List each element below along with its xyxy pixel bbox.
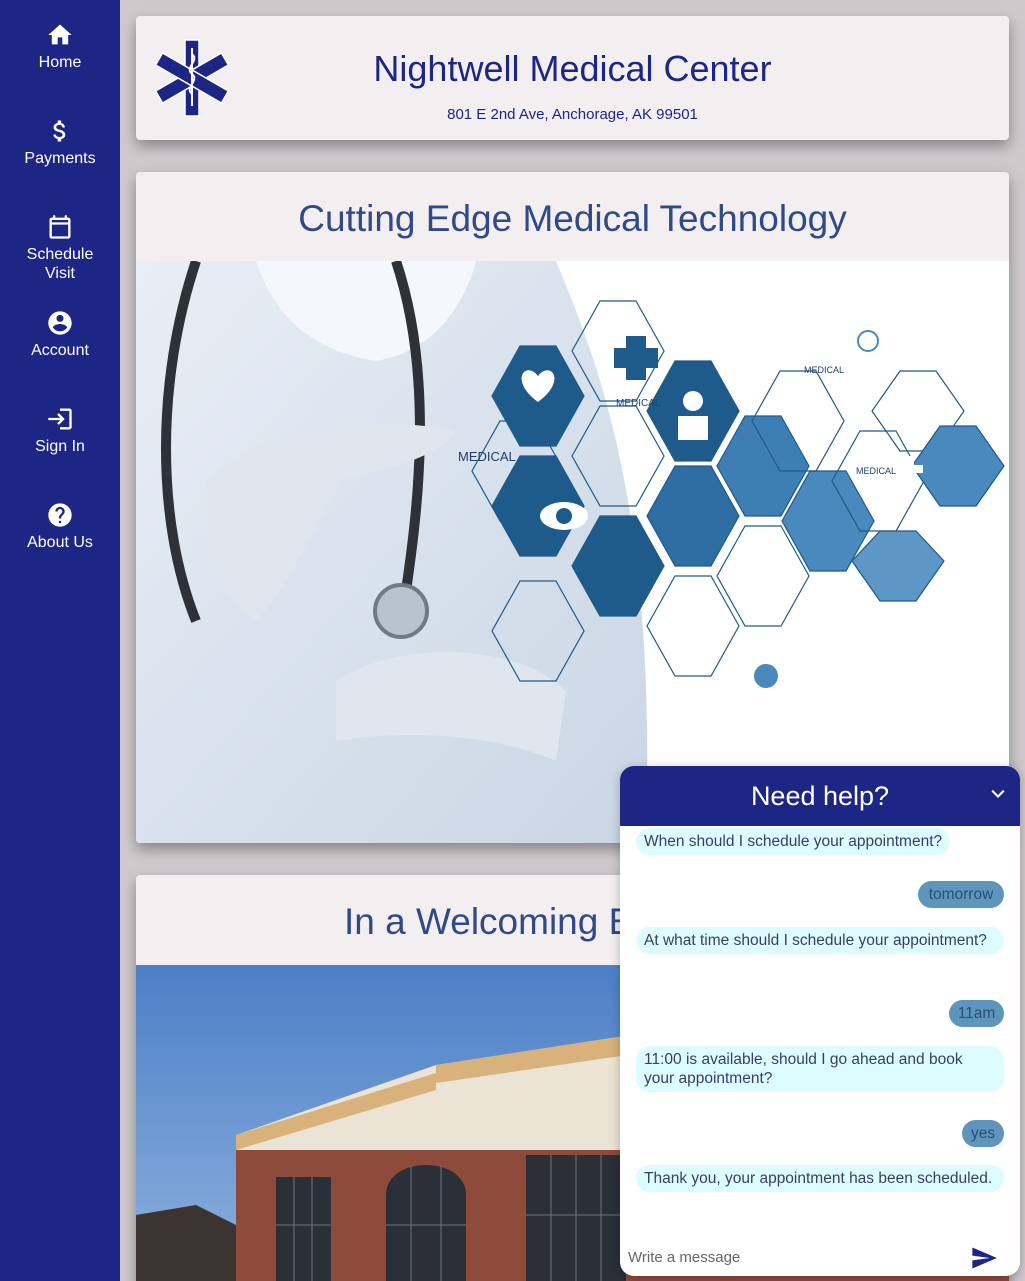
send-icon[interactable] bbox=[970, 1244, 998, 1272]
chat-messages[interactable]: When should I schedule your appointment?… bbox=[620, 826, 1020, 1231]
sidebar-item-label: About Us bbox=[27, 534, 93, 551]
sidebar-item-home[interactable]: Home bbox=[0, 20, 120, 72]
svg-text:MEDICAL: MEDICAL bbox=[458, 449, 516, 464]
user-message: tomorrow bbox=[918, 881, 1004, 908]
calendar-icon bbox=[45, 212, 75, 242]
bot-message: When should I schedule your appointment? bbox=[636, 828, 951, 855]
chevron-down-icon[interactable] bbox=[988, 784, 1008, 804]
svg-text:MEDICAL: MEDICAL bbox=[804, 365, 844, 375]
user-message: 11am bbox=[949, 1000, 1004, 1027]
home-icon bbox=[45, 20, 75, 50]
sidebar-item-schedule-visit[interactable]: Schedule Visit bbox=[0, 212, 120, 283]
sidebar-item-payments[interactable]: Payments bbox=[0, 116, 120, 168]
svg-text:MEDICAL: MEDICAL bbox=[616, 398, 661, 409]
sidebar-item-label: Schedule Visit bbox=[26, 246, 94, 282]
section-title: Cutting Edge Medical Technology bbox=[298, 198, 847, 239]
chat-header[interactable]: Need help? bbox=[620, 766, 1020, 826]
doctor-medical-icons-image: MEDICAL MEDICAL MEDICAL MEDICAL bbox=[136, 261, 1009, 843]
chat-widget: Need help? When should I schedule your a… bbox=[620, 766, 1020, 1276]
header-card: Nightwell Medical Center 801 E 2nd Ave, … bbox=[136, 16, 1009, 140]
dollar-icon bbox=[45, 116, 75, 146]
sidebar-item-account[interactable]: Account bbox=[0, 308, 120, 360]
sidebar: Home Payments Schedule Visit Account Sig… bbox=[0, 0, 120, 1281]
message-input[interactable] bbox=[628, 1242, 958, 1272]
chat-title: Need help? bbox=[750, 781, 890, 811]
sidebar-item-label: Payments bbox=[24, 150, 96, 167]
sidebar-item-sign-in[interactable]: Sign In bbox=[0, 404, 120, 456]
sidebar-item-label: Account bbox=[31, 342, 89, 359]
sidebar-item-label: Sign In bbox=[35, 438, 85, 455]
chat-input-bar bbox=[620, 1236, 1020, 1276]
bot-message: At what time should I schedule your appo… bbox=[636, 927, 1004, 954]
sidebar-item-label: Home bbox=[38, 54, 82, 71]
help-icon bbox=[45, 500, 75, 530]
account-icon bbox=[45, 308, 75, 338]
bot-message: 11:00 is available, should I go ahead an… bbox=[636, 1046, 1004, 1092]
technology-section: Cutting Edge Medical Technology MEDICAL … bbox=[136, 172, 1009, 843]
user-message: yes bbox=[962, 1120, 1004, 1147]
sign-in-icon bbox=[45, 404, 75, 434]
sidebar-item-about-us[interactable]: About Us bbox=[0, 500, 120, 552]
svg-text:MEDICAL: MEDICAL bbox=[856, 466, 896, 476]
address: 801 E 2nd Ave, Anchorage, AK 99501 bbox=[447, 106, 698, 123]
bot-message: Thank you, your appointment has been sch… bbox=[636, 1165, 1004, 1192]
page-title: Nightwell Medical Center bbox=[373, 48, 772, 89]
